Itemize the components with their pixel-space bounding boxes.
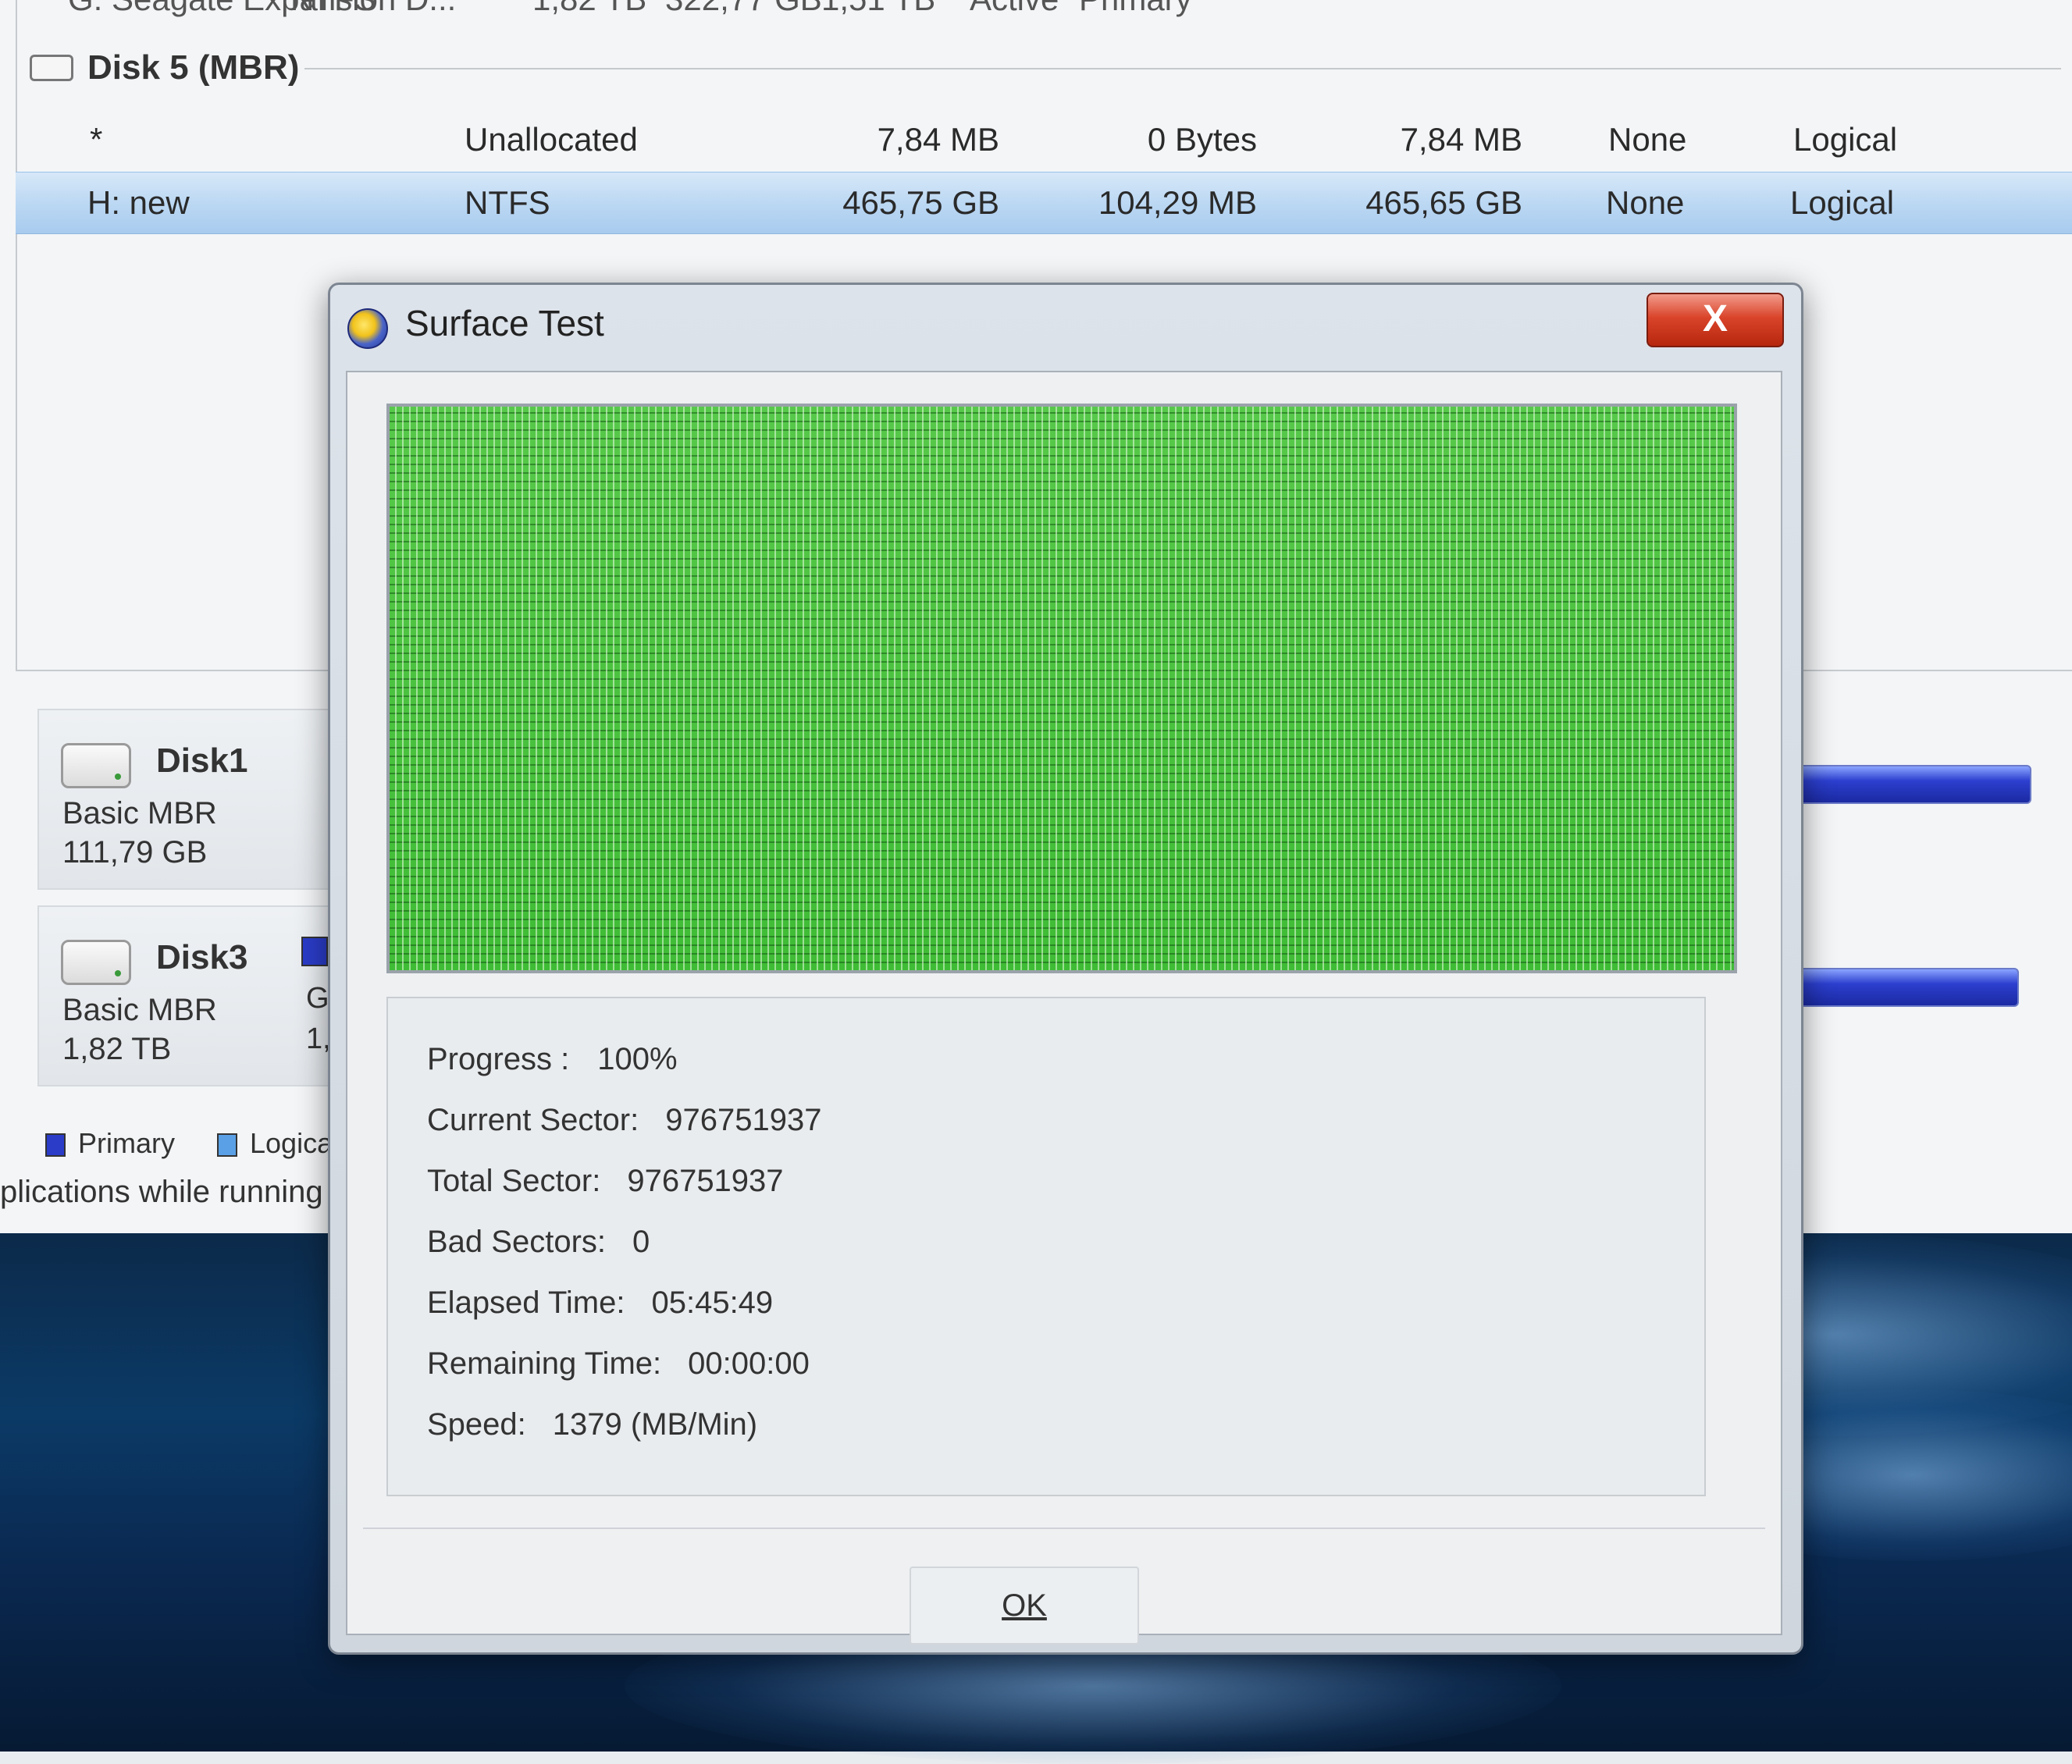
- partition-used: 322,77 GB: [665, 0, 822, 30]
- partition-used: 104,29 MB: [1098, 184, 1257, 221]
- disk-name: Disk1: [156, 742, 248, 780]
- partition-used: 0 Bytes: [1147, 121, 1257, 158]
- partition-capacity: 7,84 MB: [877, 121, 999, 158]
- hard-disk-icon: [61, 743, 131, 788]
- dialog-content: Progress :100% Current Sector: 976751937 …: [346, 371, 1782, 1645]
- disk-card-disk3[interactable]: Disk3 Basic MBR 1,82 TB: [37, 905, 334, 1086]
- current-sector-line: Current Sector: 976751937: [427, 1103, 821, 1138]
- field-label: Speed:: [427, 1407, 526, 1442]
- partition-fs: Unallocated: [465, 121, 638, 158]
- surface-test-icon: [347, 308, 388, 349]
- legend-primary: Primary: [45, 1127, 175, 1160]
- remaining-time-line: Remaining Time: 00:00:00: [427, 1346, 810, 1382]
- primary-swatch: [45, 1133, 66, 1158]
- legend-label: Primary: [78, 1127, 175, 1159]
- partition-fs: NTFS: [465, 184, 550, 221]
- test-info-panel: Progress :100% Current Sector: 976751937 …: [386, 997, 1706, 1496]
- field-value: 100%: [597, 1042, 678, 1076]
- field-label: Remaining Time:: [427, 1346, 662, 1381]
- partition-fs: NTFS: [290, 0, 376, 30]
- disk5-label: Disk 5 (MBR): [87, 48, 300, 87]
- disk-name: Disk3: [156, 938, 248, 976]
- field-label: Total Sector:: [427, 1164, 601, 1198]
- button-divider: [363, 1527, 1765, 1529]
- field-label: Progress :: [427, 1042, 570, 1076]
- status-text: plications while running Ea: [0, 1175, 370, 1209]
- partition-status: None: [1606, 184, 1685, 221]
- field-label: Elapsed Time:: [427, 1286, 625, 1320]
- partition-name: *: [90, 121, 103, 158]
- hard-disk-icon: [61, 940, 131, 985]
- field-value: 976751937: [627, 1164, 784, 1198]
- partition-unused: 7,84 MB: [1400, 121, 1522, 158]
- field-value: 1379 (MB/Min): [552, 1407, 758, 1442]
- total-sector-line: Total Sector: 976751937: [427, 1164, 784, 1199]
- disk-size: 1,82 TB: [62, 1032, 172, 1066]
- ok-button[interactable]: OK: [910, 1567, 1139, 1645]
- field-label: Current Sector:: [427, 1103, 639, 1137]
- progress-line: Progress : 100%: [427, 1042, 678, 1077]
- partition-block-size: 1,: [306, 1022, 331, 1055]
- field-value: 05:45:49: [651, 1286, 774, 1320]
- partition-status: Active: [970, 0, 1059, 30]
- partition-bar-disk1[interactable]: [1778, 765, 2031, 804]
- disk-size: 111,79 GB: [62, 835, 208, 870]
- close-button[interactable]: X: [1647, 293, 1784, 347]
- field-label: Bad Sectors:: [427, 1225, 607, 1259]
- bad-sectors-line: Bad Sectors: 0: [427, 1225, 650, 1260]
- partition-status: None: [1608, 121, 1687, 158]
- partition-capacity: 1,82 TB: [532, 0, 646, 30]
- partition-type: Logical: [1793, 121, 1898, 158]
- dialog-title-bar[interactable]: Surface Test X: [330, 285, 1801, 368]
- group-divider: [304, 68, 2061, 69]
- disk-card-disk1[interactable]: Disk1 Basic MBR 111,79 GB: [37, 709, 334, 890]
- partition-unused: 465,65 GB: [1365, 184, 1522, 221]
- speed-line: Speed: 1379 (MB/Min): [427, 1407, 757, 1442]
- partition-row-g[interactable]: G: Seagate Expansion D... NTFS 1,82 TB 3…: [33, 0, 2072, 30]
- disk-type: Basic MBR: [62, 993, 217, 1027]
- field-value: 0: [632, 1225, 650, 1259]
- field-value: 976751937: [665, 1103, 822, 1137]
- partition-type: Primary: [1079, 0, 1192, 30]
- partition-row-h-new[interactable]: H: new NTFS 465,75 GB 104,29 MB 465,65 G…: [16, 172, 2072, 234]
- surface-sector-map: [386, 404, 1737, 973]
- partition-row-unallocated[interactable]: * Unallocated 7,84 MB 0 Bytes 7,84 MB No…: [16, 109, 2072, 170]
- legend-label: Logica: [250, 1127, 333, 1159]
- logical-swatch: [217, 1133, 237, 1158]
- partition-block-g[interactable]: [301, 937, 328, 966]
- partition-name: H: new: [87, 184, 190, 221]
- partition-unused: 1,51 TB: [821, 0, 935, 30]
- legend-logical: Logica: [217, 1127, 333, 1160]
- disk-type: Basic MBR: [62, 796, 217, 830]
- surface-test-dialog: Surface Test X Progress : 100% Current Se…: [328, 283, 1803, 1655]
- disk5-group-header: Disk 5 (MBR): [23, 41, 2069, 95]
- partition-bar-disk3[interactable]: [1766, 968, 2019, 1007]
- elapsed-time-line: Elapsed Time: 05:45:49: [427, 1286, 773, 1321]
- partition-name: G: Seagate Expansion D...: [68, 0, 456, 30]
- partition-type: Logical: [1790, 184, 1895, 221]
- hard-disk-icon: [30, 55, 73, 81]
- field-value: 00:00:00: [688, 1346, 810, 1381]
- partition-capacity: 465,75 GB: [842, 184, 999, 221]
- dialog-title: Surface Test: [405, 303, 604, 343]
